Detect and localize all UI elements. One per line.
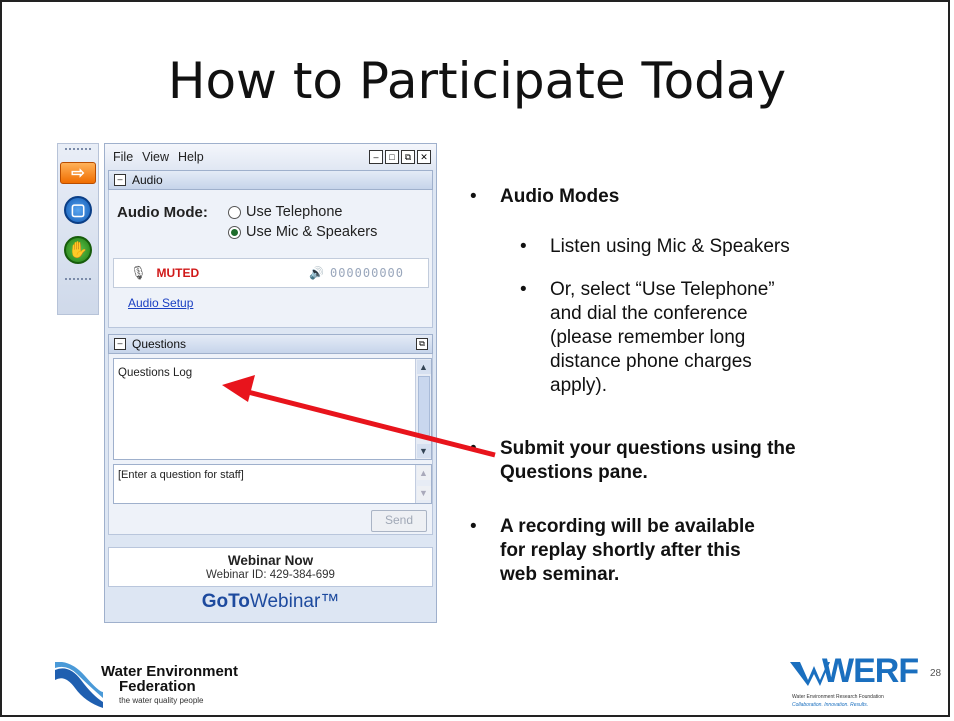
questions-section-header[interactable]: – Questions ⧉	[108, 334, 433, 354]
bullet-recording: • A recording will be available for repl…	[470, 516, 755, 585]
werf-logo: WERF Water Environment Research Foundati…	[784, 652, 924, 714]
scroll-down-icon[interactable]: ▼	[416, 444, 431, 458]
werf-wordmark: WERF	[822, 652, 919, 690]
use-telephone-label: Use Telephone	[246, 204, 343, 220]
audio-section-label: Audio	[132, 173, 163, 187]
werf-tagline-1: Water Environment Research Foundation	[792, 694, 884, 700]
gotowebinar-panel: File View Help – □ ⧉ ✕ – Audio Audio Mod…	[104, 143, 437, 623]
scroll-up-icon[interactable]: ▲	[416, 466, 431, 480]
input-scrollbar[interactable]: ▲ ▼	[415, 465, 431, 503]
scrollbar[interactable]: ▲ ▼	[415, 359, 431, 459]
microphone-icon[interactable]: 🎙	[130, 265, 147, 281]
volume-meter: 000000000	[329, 266, 404, 280]
bullet-text: for replay shortly after this	[500, 540, 741, 561]
radio-telephone[interactable]	[228, 205, 241, 219]
speaker-icon: 🔊	[309, 266, 324, 280]
use-mic-option[interactable]: Use Mic & Speakers	[228, 224, 377, 240]
werf-tagline-2: Collaboration. Innovation. Results.	[792, 702, 869, 708]
audio-section-header[interactable]: – Audio	[108, 170, 433, 190]
menu-help[interactable]: Help	[178, 150, 204, 164]
screen-icon[interactable]: ▢	[64, 196, 92, 224]
sub-bullet-telephone: • Or, select “Use Telephone” and dial th…	[520, 279, 775, 396]
wef-name-line1: Water Environment	[101, 663, 238, 680]
bullet-text: (please remember long	[550, 327, 746, 348]
menu-bar: File View Help – □ ⧉ ✕	[105, 144, 436, 170]
grip-handle[interactable]	[65, 278, 91, 286]
questions-log-label: Questions Log	[118, 367, 193, 379]
radio-mic[interactable]	[228, 225, 241, 239]
bullet-text: distance phone charges	[550, 351, 752, 372]
send-button[interactable]: Send	[371, 510, 427, 532]
gotowebinar-logo: GoToWebinar™	[105, 591, 436, 613]
audio-mode-label: Audio Mode:	[117, 204, 208, 221]
bullet-text: Questions pane.	[500, 462, 648, 483]
maximize-icon[interactable]: □	[385, 150, 399, 164]
scroll-down-icon[interactable]: ▼	[416, 486, 431, 500]
brand-bold: GoTo	[201, 591, 250, 612]
brand-rest: Webinar™	[249, 591, 340, 612]
bullet-text: Or, select “Use Telephone”	[550, 279, 775, 300]
bullet-audio-modes: • Audio Modes	[470, 186, 620, 207]
audio-setup-link[interactable]: Audio Setup	[128, 296, 193, 310]
close-icon[interactable]: ✕	[417, 150, 431, 164]
wef-logo: Water Environment Federation the water q…	[55, 660, 285, 710]
menu-file[interactable]: File	[113, 150, 133, 164]
wef-wave-icon	[55, 662, 103, 708]
use-mic-label: Use Mic & Speakers	[246, 224, 378, 240]
wef-tagline: the water quality people	[119, 696, 204, 705]
bullet-text: and dial the conference	[550, 303, 748, 324]
muted-status: MUTED	[156, 266, 200, 280]
audio-status-box: 🎙 MUTED 🔊 000000000	[113, 258, 429, 288]
bullet-text: Listen using Mic & Speakers	[550, 236, 790, 257]
menu-view[interactable]: View	[142, 150, 169, 164]
collapse-icon[interactable]: –	[114, 338, 126, 350]
scroll-thumb[interactable]	[417, 376, 430, 436]
collapse-icon[interactable]: –	[114, 174, 126, 186]
audio-section: Audio Mode: Use Telephone Use Mic & Spea…	[108, 190, 433, 328]
bullet-questions: • Submit your questions using the Questi…	[470, 438, 796, 483]
questions-section-label: Questions	[132, 337, 187, 351]
scroll-up-icon[interactable]: ▲	[416, 360, 431, 374]
bullet-text: web seminar.	[500, 564, 620, 585]
slide-title: How to Participate Today	[167, 52, 787, 110]
questions-section: Questions Log ▲ ▼ [Enter a question for …	[108, 354, 433, 535]
webinar-id: Webinar ID: 429-384-699	[206, 569, 335, 581]
webinar-name: Webinar Now	[227, 553, 314, 568]
webinar-info: Webinar Now Webinar ID: 429-384-699	[108, 547, 433, 587]
raise-hand-icon[interactable]: ✋	[64, 236, 92, 264]
sub-bullet-listen: • Listen using Mic & Speakers	[520, 236, 790, 257]
popout-icon[interactable]: ⧉	[416, 338, 428, 350]
bullet-text: Audio Modes	[500, 186, 620, 207]
minimize-icon[interactable]: –	[369, 150, 383, 164]
page-number: 28	[930, 668, 942, 679]
question-input[interactable]: [Enter a question for staff] ▲ ▼	[113, 464, 432, 504]
restore-icon[interactable]: ⧉	[401, 150, 415, 164]
questions-log: Questions Log ▲ ▼	[113, 358, 432, 460]
control-strip: ⇨ ▢ ✋	[57, 143, 99, 315]
arrow-icon[interactable]: ⇨	[60, 162, 96, 184]
bullet-text: A recording will be available	[500, 516, 755, 537]
bullet-text: Submit your questions using the	[500, 438, 796, 459]
bullet-text: apply).	[550, 375, 608, 396]
use-telephone-option[interactable]: Use Telephone	[228, 204, 342, 220]
grip-handle[interactable]	[65, 148, 91, 156]
wef-name-line2: Federation	[119, 678, 196, 695]
question-placeholder: [Enter a question for staff]	[118, 469, 244, 481]
